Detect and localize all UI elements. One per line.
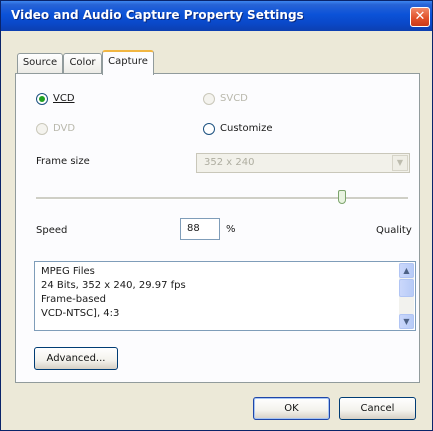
format-info-box[interactable]: MPEG Files 24 Bits, 352 x 240, 29.97 fps… <box>34 261 416 331</box>
info-scrollbar[interactable]: ▲ ▼ <box>399 263 414 329</box>
frame-size-label: Frame size <box>36 156 90 167</box>
quality-slider-thumb[interactable] <box>338 190 346 204</box>
info-line: VCD-NTSC], 4:3 <box>41 308 120 319</box>
ok-button[interactable]: OK <box>253 397 330 420</box>
quality-label: Quality <box>376 225 412 236</box>
info-line: MPEG Files <box>41 266 95 277</box>
vcd-radio[interactable] <box>36 93 48 105</box>
title-bar[interactable]: Video and Audio Capture Property Setting… <box>1 1 432 31</box>
quality-slider-track[interactable] <box>36 197 408 200</box>
speed-label: Speed <box>36 225 68 236</box>
dvd-label: DVD <box>53 123 76 134</box>
vcd-label[interactable]: VCD <box>53 93 75 104</box>
customize-radio[interactable] <box>203 123 215 135</box>
close-button[interactable]: ✕ <box>410 7 430 27</box>
frame-size-select[interactable]: 352 x 240 ▼ <box>196 153 410 173</box>
dialog-window: Video and Audio Capture Property Setting… <box>0 0 433 431</box>
customize-label[interactable]: Customize <box>220 123 273 134</box>
scroll-thumb[interactable] <box>399 279 414 297</box>
tab-source[interactable]: Source <box>17 53 63 73</box>
tab-capture[interactable]: Capture <box>102 50 154 75</box>
svcd-label: SVCD <box>220 93 248 104</box>
tab-color[interactable]: Color <box>63 53 102 73</box>
svcd-radio[interactable] <box>203 93 215 105</box>
percent-label: % <box>226 224 236 235</box>
info-line: Frame-based <box>41 294 106 305</box>
scroll-up-icon[interactable]: ▲ <box>399 263 414 278</box>
frame-size-value: 352 x 240 <box>204 157 255 168</box>
info-line: 24 Bits, 352 x 240, 29.97 fps <box>41 280 186 291</box>
chevron-down-icon[interactable]: ▼ <box>392 155 408 171</box>
capture-tab-panel: VCD SVCD DVD Customize Frame size 352 x … <box>15 73 420 383</box>
scroll-down-icon[interactable]: ▼ <box>399 314 414 329</box>
window-title: Video and Audio Capture Property Setting… <box>11 8 304 22</box>
advanced-button[interactable]: Advanced... <box>34 347 118 370</box>
cancel-button[interactable]: Cancel <box>339 397 416 420</box>
close-icon: ✕ <box>414 9 426 24</box>
quality-value-input[interactable]: 88 <box>180 218 220 240</box>
dvd-radio[interactable] <box>36 123 48 135</box>
